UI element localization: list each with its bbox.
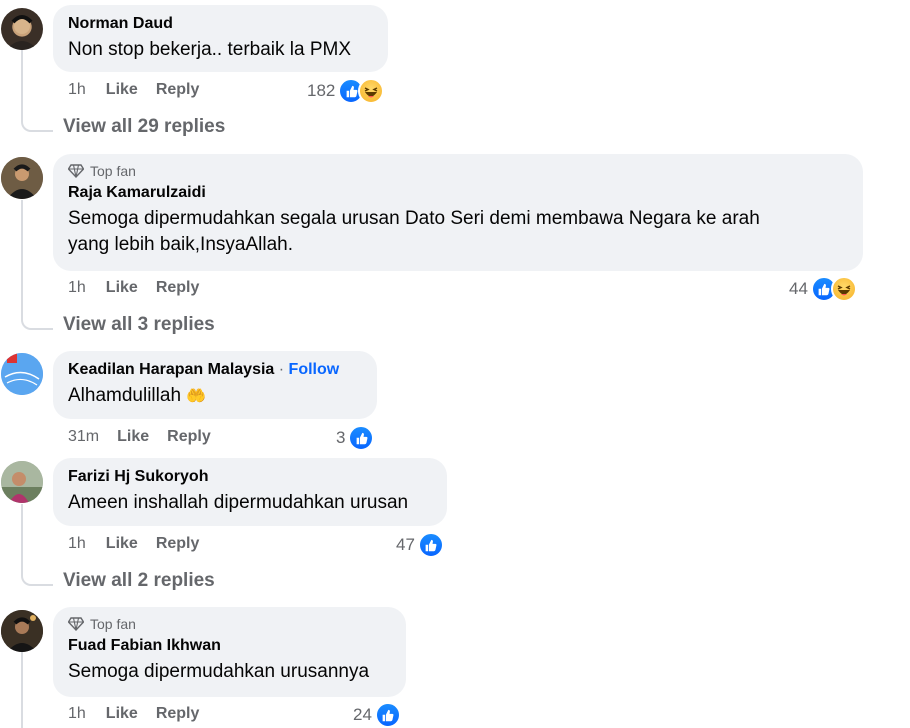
comment-bubble: Top fan Raja Kamarulzaidi Semoga dipermu… xyxy=(53,154,863,271)
reply-button[interactable]: Reply xyxy=(156,279,200,297)
commenter-name[interactable]: Raja Kamarulzaidi xyxy=(68,182,848,203)
reaction-count: 47 xyxy=(396,535,415,554)
haha-icon xyxy=(830,276,857,302)
comment-bubble: Keadilan Harapan Malaysia · Follow Alham… xyxy=(53,351,377,419)
like-button[interactable]: Like xyxy=(106,279,138,297)
view-replies-link[interactable]: View all 3 replies xyxy=(63,314,215,336)
commenter-name-row: Keadilan Harapan Malaysia · Follow xyxy=(68,359,362,380)
comment-bubble: Norman Daud Non stop bekerja.. terbaik l… xyxy=(53,5,388,72)
commenter-name[interactable]: Farizi Hj Sukoryoh xyxy=(68,466,432,487)
comment-text: Alhamdulillah xyxy=(68,385,182,406)
comment-text: Ameen inshallah dipermudahkan urusan xyxy=(68,492,409,513)
top-fan-badge: Top fan xyxy=(68,162,848,180)
comment-time[interactable]: 1h xyxy=(68,279,86,297)
comment-bubble: Farizi Hj Sukoryoh Ameen inshallah diper… xyxy=(53,458,447,526)
like-icon xyxy=(374,702,401,728)
reply-button[interactable]: Reply xyxy=(156,81,200,99)
reaction-count: 182 xyxy=(307,81,336,100)
thread-line xyxy=(21,50,53,132)
reaction-count: 44 xyxy=(789,279,808,298)
avatar[interactable] xyxy=(1,8,43,50)
commenter-name[interactable]: Keadilan Harapan Malaysia xyxy=(68,361,274,378)
comment-text: Semoga dipermudahkan segala urusan Dato … xyxy=(68,206,848,258)
comment-bubble: Top fan Fuad Fabian Ikhwan Semoga diperm… xyxy=(53,607,406,697)
comment-actions: 1h Like Reply xyxy=(68,279,217,297)
avatar[interactable] xyxy=(1,461,43,503)
follow-button[interactable]: Follow xyxy=(289,361,340,378)
comment-actions: 1h Like Reply xyxy=(68,81,217,99)
thread-line xyxy=(21,652,23,728)
like-icon xyxy=(348,425,375,451)
reply-button[interactable]: Reply xyxy=(167,428,211,446)
diamond-icon xyxy=(68,164,84,178)
comment-actions: 1h Like Reply xyxy=(68,535,217,553)
separator-dot: · xyxy=(278,361,285,378)
like-button[interactable]: Like xyxy=(106,81,138,99)
like-button[interactable]: Like xyxy=(117,428,149,446)
commenter-name[interactable]: Norman Daud xyxy=(68,13,373,34)
reply-button[interactable]: Reply xyxy=(156,535,200,553)
reaction-summary[interactable]: 44 xyxy=(789,276,857,302)
comment-text-line: Semoga dipermudahkan segala urusan Dato … xyxy=(68,208,760,229)
top-fan-badge: Top fan xyxy=(68,615,391,633)
reaction-summary[interactable]: 47 xyxy=(396,532,444,558)
thread-line xyxy=(21,200,53,330)
like-button[interactable]: Like xyxy=(106,535,138,553)
reaction-summary[interactable]: 182 xyxy=(307,78,385,104)
reply-button[interactable]: Reply xyxy=(156,705,200,723)
thread-line xyxy=(21,504,53,586)
reaction-summary[interactable]: 3 xyxy=(336,425,375,451)
comment-time[interactable]: 1h xyxy=(68,81,86,99)
view-replies-link[interactable]: View all 2 replies xyxy=(63,570,215,592)
commenter-name[interactable]: Fuad Fabian Ikhwan xyxy=(68,635,391,656)
view-replies-link[interactable]: View all 29 replies xyxy=(63,116,225,138)
comment-text-row: Alhamdulillah 🤲 xyxy=(68,383,362,410)
reaction-count: 3 xyxy=(336,428,346,447)
comment-actions: 31m Like Reply xyxy=(68,428,229,446)
comment-time[interactable]: 1h xyxy=(68,535,86,553)
avatar[interactable] xyxy=(1,610,43,652)
comment-text: Semoga dipermudahkan urusannya xyxy=(68,661,370,682)
avatar[interactable] xyxy=(1,353,43,395)
comment-text: Non stop bekerja.. terbaik la PMX xyxy=(68,39,352,60)
avatar[interactable] xyxy=(1,157,43,199)
comment-actions: 1h Like Reply xyxy=(68,705,217,723)
like-icon xyxy=(417,532,444,558)
like-button[interactable]: Like xyxy=(106,705,138,723)
badge-label: Top fan xyxy=(90,163,136,179)
comment-time[interactable]: 1h xyxy=(68,705,86,723)
comment-text-line: yang lebih baik,InsyaAllah. xyxy=(68,234,293,255)
diamond-icon xyxy=(68,617,84,631)
comment-time[interactable]: 31m xyxy=(68,428,99,446)
badge-label: Top fan xyxy=(90,616,136,632)
reaction-summary[interactable]: 24 xyxy=(353,702,401,728)
reaction-count: 24 xyxy=(353,705,372,724)
haha-icon xyxy=(358,78,385,104)
raising-hands-emoji: 🤲 xyxy=(186,388,207,405)
